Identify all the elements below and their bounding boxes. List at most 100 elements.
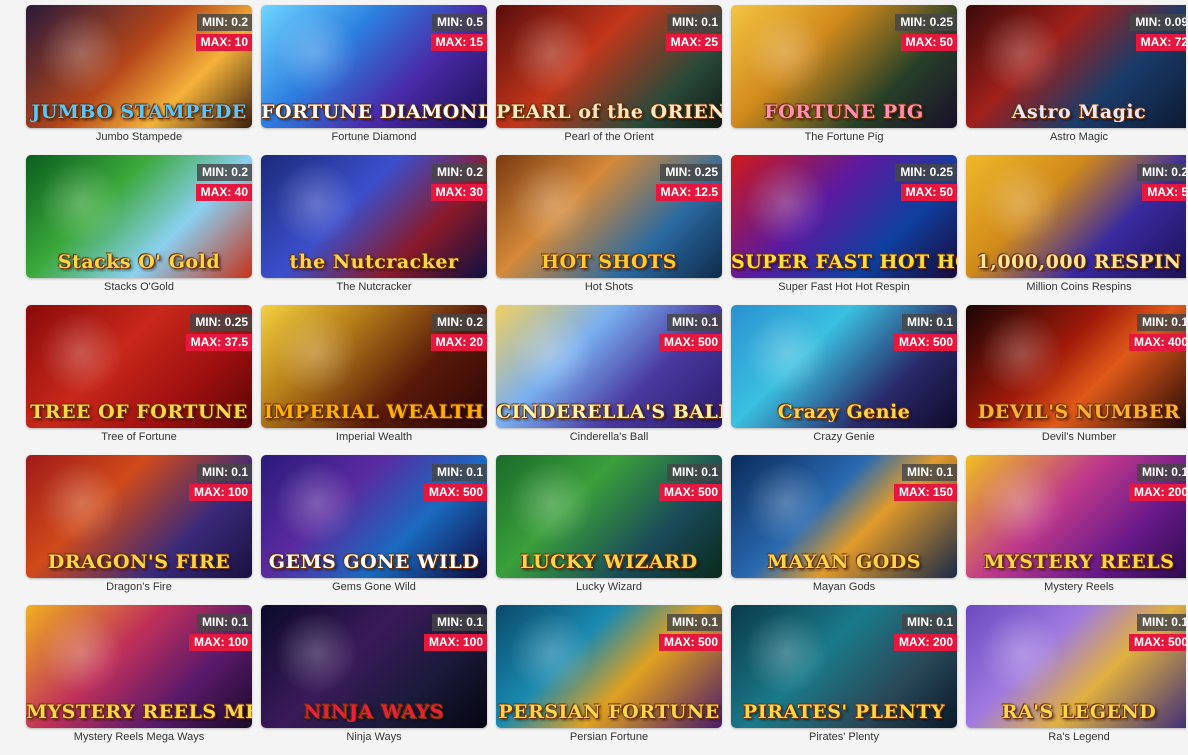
min-bet-badge: MIN: 0.1 [1136, 314, 1188, 331]
game-thumbnail[interactable]: MIN: 0.25 MAX: 50 SUPER FAST HOT HOT [731, 155, 957, 278]
game-logo: CINDERELLA'S BALL [496, 402, 722, 422]
game-thumbnail[interactable]: MIN: 0.1 MAX: 500 RA'S LEGEND [966, 605, 1188, 728]
game-logo: IMPERIAL WEALTH [263, 402, 485, 422]
game-thumbnail[interactable]: MIN: 0.2 MAX: 10 JUMBO STAMPEDE [26, 5, 252, 128]
game-title[interactable]: Crazy Genie [731, 430, 957, 444]
game-thumbnail[interactable]: MIN: 0.2 MAX: 40 Stacks O' Gold [26, 155, 252, 278]
max-bet-badge: MAX: 50 [900, 184, 957, 201]
game-tile[interactable]: MIN: 0.2 MAX: 20 IMPERIAL WEALTH Imperial W… [261, 305, 487, 455]
game-tile[interactable]: MIN: 0.1 MAX: 500 Crazy Genie Crazy Genie [731, 305, 957, 455]
game-title[interactable]: Cinderella's Ball [496, 430, 722, 444]
min-bet-badge: MIN: 0.1 [666, 464, 722, 481]
game-thumbnail[interactable]: MIN: 0.1 MAX: 500 LUCKY WIZARD [496, 455, 722, 578]
game-tile[interactable]: MIN: 0.25 MAX: 50 FORTUNE PIG The Fortune P… [731, 5, 957, 155]
artwork-highlight [976, 313, 1066, 393]
game-title[interactable]: Tree of Fortune [26, 430, 252, 444]
game-thumbnail[interactable]: MIN: 0.09 MAX: 72 Astro Magic [966, 5, 1188, 128]
artwork-highlight [741, 313, 831, 393]
game-title[interactable]: Mayan Gods [731, 580, 957, 594]
game-thumbnail[interactable]: MIN: 0.1 MAX: 500 GEMS GONE WILD [261, 455, 487, 578]
game-tile[interactable]: MIN: 0.1 MAX: 150 MAYAN GODS Mayan Gods [731, 455, 957, 605]
artwork-highlight [506, 13, 596, 93]
game-tile[interactable]: MIN: 0.1 MAX: 500 RA'S LEGEND Ra's Legend [966, 605, 1188, 755]
game-tile[interactable]: MIN: 0.1 MAX: 200 PIRATES' PLENTY Pirates' … [731, 605, 957, 755]
game-title[interactable]: Persian Fortune [496, 730, 722, 744]
min-bet-badge: MIN: 0.2 [196, 164, 252, 181]
game-thumbnail[interactable]: MIN: 0.1 MAX: 25 PEARL of the ORIENT [496, 5, 722, 128]
game-tile[interactable]: MIN: 0.09 MAX: 72 Astro Magic Astro Magic [966, 5, 1188, 155]
game-tile[interactable]: MIN: 0.2 MAX: 40 Stacks O' Gold Stacks O'Go… [26, 155, 252, 305]
game-thumbnail[interactable]: MIN: 0.1 MAX: 400 DEVIL'S NUMBER [966, 305, 1188, 428]
game-title[interactable]: Devil's Number [966, 430, 1188, 444]
game-thumbnail[interactable]: MIN: 0.1 MAX: 500 PERSIAN FORTUNE [496, 605, 722, 728]
game-thumbnail[interactable]: MIN: 0.1 MAX: 500 CINDERELLA'S BALL [496, 305, 722, 428]
game-thumbnail[interactable]: MIN: 0.2 MAX: 20 IMPERIAL WEALTH [261, 305, 487, 428]
game-title[interactable]: Mystery Reels Mega Ways [26, 730, 252, 744]
game-thumbnail[interactable]: MIN: 0.1 MAX: 150 MAYAN GODS [731, 455, 957, 578]
game-thumbnail[interactable]: MIN: 0.25 MAX: 37.5 TREE OF FORTUNE [26, 305, 252, 428]
game-tile[interactable]: MIN: 0.2 MAX: 30 the Nutcracker The Nutcrac… [261, 155, 487, 305]
max-bet-badge: MAX: 37.5 [185, 334, 252, 351]
max-bet-badge: MAX: 10 [195, 34, 252, 51]
game-title[interactable]: Ra's Legend [966, 730, 1188, 744]
min-bet-badge: MIN: 0.1 [901, 464, 957, 481]
game-title[interactable]: Astro Magic [966, 130, 1188, 144]
game-tile[interactable]: MIN: 0.1 MAX: 500 PERSIAN FORTUNE Persian F… [496, 605, 722, 755]
artwork-highlight [36, 463, 126, 543]
game-tile[interactable]: MIN: 0.1 MAX: 100 DRAGON'S FIRE Dragon's Fi… [26, 455, 252, 605]
game-tile[interactable]: MIN: 0.1 MAX: 100 MYSTERY REELS MEGAWAYS My… [26, 605, 252, 755]
game-tile[interactable]: MIN: 0.1 MAX: 25 PEARL of the ORIENT Pearl … [496, 5, 722, 155]
game-tile[interactable]: MIN: 0.25 MAX: 50 SUPER FAST HOT HOT Super … [731, 155, 957, 305]
game-title[interactable]: Fortune Diamond [261, 130, 487, 144]
game-tile[interactable]: MIN: 0.1 MAX: 100 NINJA WAYS Ninja Ways [261, 605, 487, 755]
max-bet-badge: MAX: 15 [430, 34, 487, 51]
game-logo: NINJA WAYS [303, 702, 445, 722]
game-thumbnail[interactable]: MIN: 0.1 MAX: 500 Crazy Genie [731, 305, 957, 428]
game-tile[interactable]: MIN: 0.2 MAX: 5 1,000,000 RESPIN Million Co… [966, 155, 1188, 305]
game-title[interactable]: Jumbo Stampede [26, 130, 252, 144]
max-bet-badge: MAX: 50 [900, 34, 957, 51]
max-bet-badge: MAX: 5 [1142, 184, 1188, 201]
game-title[interactable]: Dragon's Fire [26, 580, 252, 594]
game-tile[interactable]: MIN: 0.1 MAX: 500 GEMS GONE WILD Gems Gone … [261, 455, 487, 605]
game-tile[interactable]: MIN: 0.1 MAX: 200 MYSTERY REELS Mystery Ree… [966, 455, 1188, 605]
game-thumbnail[interactable]: MIN: 0.5 MAX: 15 FORTUNE DIAMOND [261, 5, 487, 128]
game-title[interactable]: Mystery Reels [966, 580, 1188, 594]
game-title[interactable]: Super Fast Hot Hot Respin [731, 280, 957, 294]
game-title[interactable]: Million Coins Respins [966, 280, 1188, 294]
min-bet-badge: MIN: 0.1 [196, 464, 252, 481]
game-title[interactable]: Ninja Ways [261, 730, 487, 744]
game-thumbnail[interactable]: MIN: 0.2 MAX: 30 the Nutcracker [261, 155, 487, 278]
game-tile[interactable]: MIN: 0.2 MAX: 10 JUMBO STAMPEDE Jumbo Stamp… [26, 5, 252, 155]
game-title[interactable]: Stacks O'Gold [26, 280, 252, 294]
game-title[interactable]: Lucky Wizard [496, 580, 722, 594]
game-thumbnail[interactable]: MIN: 0.2 MAX: 5 1,000,000 RESPIN [966, 155, 1188, 278]
game-tile[interactable]: MIN: 0.25 MAX: 37.5 TREE OF FORTUNE Tree of… [26, 305, 252, 455]
game-tile[interactable]: MIN: 0.1 MAX: 500 LUCKY WIZARD Lucky Wizard [496, 455, 722, 605]
game-thumbnail[interactable]: MIN: 0.1 MAX: 100 NINJA WAYS [261, 605, 487, 728]
game-thumbnail[interactable]: MIN: 0.1 MAX: 200 PIRATES' PLENTY [731, 605, 957, 728]
game-tile[interactable]: MIN: 0.1 MAX: 400 DEVIL'S NUMBER Devil's Nu… [966, 305, 1188, 455]
game-tile[interactable]: MIN: 0.5 MAX: 15 FORTUNE DIAMOND Fortune Di… [261, 5, 487, 155]
game-tile[interactable]: MIN: 0.25 MAX: 12.5 HOT SHOTS Hot Shots [496, 155, 722, 305]
game-title[interactable]: Hot Shots [496, 280, 722, 294]
min-bet-badge: MIN: 0.1 [1136, 464, 1188, 481]
game-title[interactable]: Pearl of the Orient [496, 130, 722, 144]
min-bet-badge: MIN: 0.1 [666, 614, 722, 631]
game-title[interactable]: The Fortune Pig [731, 130, 957, 144]
game-thumbnail[interactable]: MIN: 0.25 MAX: 50 FORTUNE PIG [731, 5, 957, 128]
game-title[interactable]: Pirates' Plenty [731, 730, 957, 744]
game-thumbnail[interactable]: MIN: 0.1 MAX: 100 MYSTERY REELS MEGAWAYS [26, 605, 252, 728]
game-thumbnail[interactable]: MIN: 0.1 MAX: 200 MYSTERY REELS [966, 455, 1188, 578]
game-tile[interactable]: MIN: 0.1 MAX: 500 CINDERELLA'S BALL Cindere… [496, 305, 722, 455]
game-thumbnail[interactable]: MIN: 0.1 MAX: 100 DRAGON'S FIRE [26, 455, 252, 578]
game-logo: MAYAN GODS [767, 552, 921, 572]
game-title[interactable]: Imperial Wealth [261, 430, 487, 444]
min-bet-badge: MIN: 0.1 [901, 614, 957, 631]
min-bet-badge: MIN: 0.2 [431, 164, 487, 181]
game-title[interactable]: The Nutcracker [261, 280, 487, 294]
max-bet-badge: MAX: 72 [1135, 34, 1188, 51]
game-title[interactable]: Gems Gone Wild [261, 580, 487, 594]
artwork-highlight [36, 613, 126, 693]
game-thumbnail[interactable]: MIN: 0.25 MAX: 12.5 HOT SHOTS [496, 155, 722, 278]
